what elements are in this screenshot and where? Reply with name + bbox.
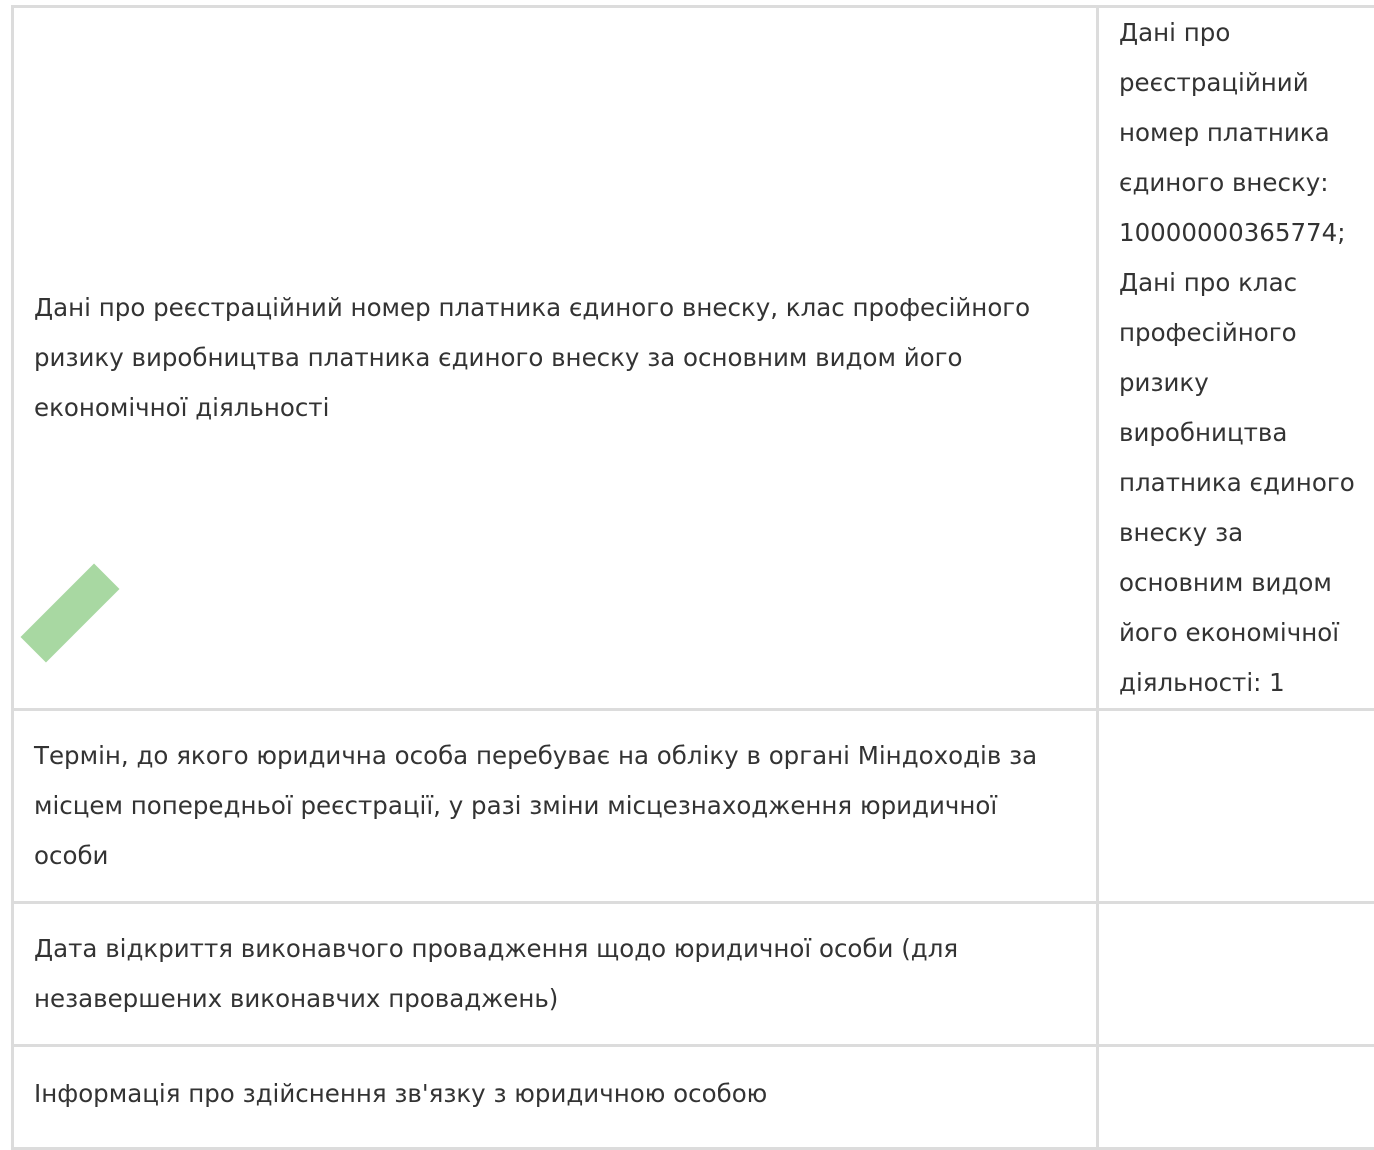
row-label: Дані про реєстраційний номер платника єд…: [34, 283, 1076, 433]
table-row: Дата відкриття виконавчого провадження щ…: [13, 903, 1374, 1046]
table-row: Термін, до якого юридична особа перебува…: [13, 710, 1374, 903]
row-value-cell: [1098, 1046, 1374, 1149]
registry-info-table-wrapper: Дані про реєстраційний номер платника єд…: [11, 5, 1374, 1150]
row-value-cell: Дані про реєстраційний номер платника єд…: [1098, 7, 1374, 710]
row-label: Дата відкриття виконавчого провадження щ…: [34, 924, 1076, 1024]
row-value: Дані про реєстраційний номер платника єд…: [1119, 8, 1368, 708]
table-row: Дані про реєстраційний номер платника єд…: [13, 7, 1374, 710]
row-label: Термін, до якого юридична особа перебува…: [34, 731, 1076, 881]
row-label-cell: Інформація про здійснення зв'язку з юрид…: [13, 1046, 1098, 1149]
row-label-cell: Дата відкриття виконавчого провадження щ…: [13, 903, 1098, 1046]
row-label: Інформація про здійснення зв'язку з юрид…: [34, 1047, 1076, 1119]
green-stripe-mark: [21, 564, 120, 663]
row-label-cell: Термін, до якого юридична особа перебува…: [13, 710, 1098, 903]
table-row: Інформація про здійснення зв'язку з юрид…: [13, 1046, 1374, 1149]
row-value-cell: [1098, 903, 1374, 1046]
row-label-cell: Дані про реєстраційний номер платника єд…: [13, 7, 1098, 710]
row-value-cell: [1098, 710, 1374, 903]
registry-info-table: Дані про реєстраційний номер платника єд…: [11, 5, 1374, 1150]
